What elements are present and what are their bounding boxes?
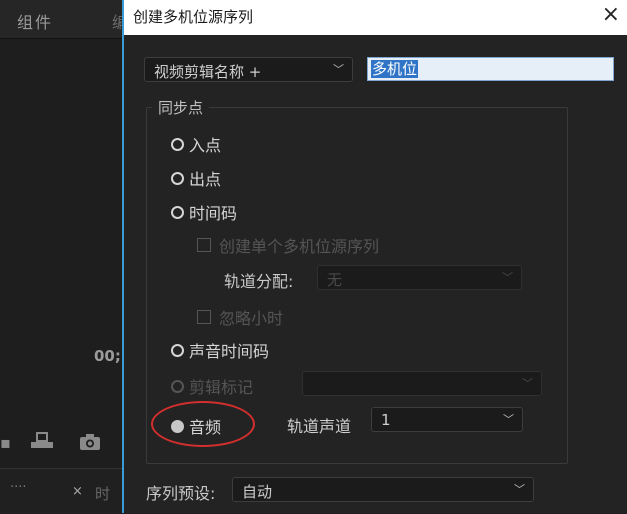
clip-marker-select[interactable]: ﹀ <box>302 371 542 396</box>
radio-clip-marker-label: 剪辑标记 <box>189 378 254 397</box>
track-assign-label: 轨道分配: <box>224 272 294 291</box>
name-source-select-value: 视频剪辑名称 + <box>154 63 262 81</box>
radio-audio-timecode-label: 声音时间码 <box>189 342 270 361</box>
background-tab-label: 组件 <box>17 13 54 32</box>
checkbox-box-icon <box>197 310 211 324</box>
sequence-preset-select-value: 自动 <box>242 483 273 501</box>
checkbox-ignore-hours-label: 忽略小时 <box>219 309 284 328</box>
radio-in-point-label: 入点 <box>189 136 222 155</box>
chevron-down-icon: ﹀ <box>522 377 533 390</box>
radio-circle-icon <box>171 171 184 185</box>
radio-clip-marker[interactable]: 剪辑标记 <box>171 374 253 398</box>
radio-circle-icon <box>171 137 184 151</box>
radio-timecode[interactable]: 时间码 <box>171 200 237 224</box>
partial-icon[interactable]: ▪ <box>0 433 11 452</box>
checkbox-create-single[interactable]: 创建单个多机位源序列 <box>197 233 379 257</box>
create-multicam-dialog: 创建多机位源序列 × 视频剪辑名称 + ﹀ 多机位 同步点 入点 出点 时间码 … <box>122 0 627 513</box>
track-channel-select-value: 1 <box>381 411 391 429</box>
red-annotation-ellipse <box>151 401 255 447</box>
dialog-title: 创建多机位源序列 <box>133 8 254 26</box>
dialog-title-bar[interactable]: 创建多机位源序列 × <box>124 0 627 35</box>
camera-icon[interactable] <box>79 433 101 455</box>
track-assign-select-value: 无 <box>327 271 343 289</box>
background-bottom-dots: .... <box>10 476 27 491</box>
bottom-tab-label[interactable]: 时 <box>95 483 110 504</box>
track-assign-select[interactable]: 无 ﹀ <box>317 265 522 290</box>
radio-in-point[interactable]: 入点 <box>171 132 221 156</box>
chevron-down-icon: ﹀ <box>514 483 525 496</box>
sequence-preset-label: 序列预设: <box>146 484 216 503</box>
checkbox-ignore-hours[interactable]: 忽略小时 <box>197 305 283 329</box>
radio-circle-icon <box>171 379 184 393</box>
track-channel-select[interactable]: 1 ﹀ <box>371 407 523 432</box>
sequence-preset-select[interactable]: 自动 ﹀ <box>232 477 534 502</box>
export-frame-icon[interactable] <box>29 431 55 455</box>
chevron-down-icon: ﹀ <box>503 413 514 426</box>
checkbox-box-icon <box>197 238 211 252</box>
sequence-name-value: 多机位 <box>371 60 419 78</box>
name-source-select[interactable]: 视频剪辑名称 + ﹀ <box>144 57 353 82</box>
checkbox-create-single-label: 创建单个多机位源序列 <box>219 237 380 256</box>
close-icon[interactable]: × <box>602 3 620 27</box>
track-channel-label: 轨道声道 <box>287 417 352 436</box>
radio-circle-icon <box>171 205 184 219</box>
chevron-down-icon: ﹀ <box>502 271 513 284</box>
radio-timecode-label: 时间码 <box>189 204 238 223</box>
sync-point-label: 同步点 <box>152 97 210 118</box>
bottom-tab-close-icon[interactable]: × <box>72 484 83 499</box>
radio-circle-icon <box>171 343 184 357</box>
chevron-down-icon: ﹀ <box>333 63 344 76</box>
sequence-name-input[interactable]: 多机位 <box>367 57 614 81</box>
radio-out-point-label: 出点 <box>189 170 222 189</box>
radio-audio-timecode[interactable]: 声音时间码 <box>171 338 269 362</box>
radio-out-point[interactable]: 出点 <box>171 166 221 190</box>
background-panel <box>0 0 122 513</box>
background-timecode: 00; <box>94 347 121 365</box>
